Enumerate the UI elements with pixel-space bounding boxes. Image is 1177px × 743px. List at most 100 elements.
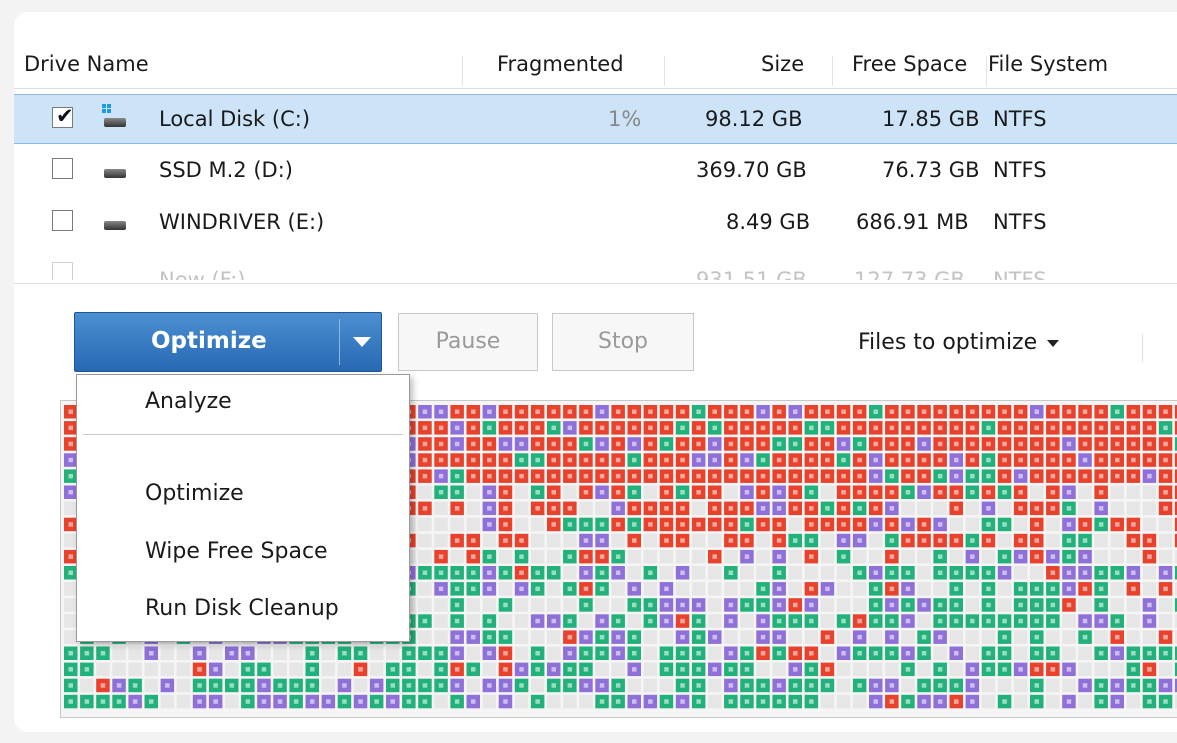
cluster-block-center <box>116 683 122 688</box>
cluster-block <box>514 694 529 709</box>
cluster-block <box>1126 630 1141 644</box>
cluster-block <box>144 678 158 693</box>
cluster-block-center <box>583 473 589 479</box>
cluster-block-center <box>841 618 846 624</box>
cluster-block-center <box>696 441 701 447</box>
column-divider[interactable] <box>664 56 665 86</box>
cluster-block-center <box>1115 522 1120 527</box>
cluster-block-center <box>793 618 798 624</box>
cluster-block-center <box>712 506 717 511</box>
cluster-block-center <box>1034 667 1039 672</box>
drive-checkbox[interactable] <box>52 262 73 280</box>
cluster-block <box>691 501 706 516</box>
optimize-button-label[interactable]: Optimize <box>151 328 267 354</box>
drive-size: 98.12 GB <box>705 107 803 131</box>
cluster-block <box>820 485 835 499</box>
cluster-block-center <box>825 586 830 592</box>
cluster-block <box>225 694 239 709</box>
cluster-block-center <box>776 441 782 447</box>
cluster-block-center <box>1163 441 1168 447</box>
cluster-block-center <box>632 602 637 608</box>
cluster-block-center <box>438 409 444 414</box>
cluster-block <box>579 614 593 628</box>
column-divider[interactable] <box>462 56 463 86</box>
drive-checkbox[interactable] <box>52 210 73 231</box>
cluster-block-center <box>583 602 589 608</box>
cluster-block-center <box>970 457 975 463</box>
cluster-block-center <box>1163 490 1168 495</box>
col-size[interactable]: Size <box>761 52 804 76</box>
drive-file-system: NTFS <box>993 158 1047 182</box>
cluster-block <box>466 598 480 612</box>
cluster-block-center <box>680 441 685 447</box>
cluster-block-center <box>1115 570 1120 575</box>
cluster-block-center <box>1002 570 1007 575</box>
files-to-optimize-dropdown[interactable]: Files to optimize <box>858 330 1060 355</box>
cluster-block <box>917 566 931 580</box>
pause-button[interactable]: Pause <box>398 313 538 371</box>
drive-fragmented: 1% <box>608 107 642 131</box>
cluster-block <box>1013 678 1028 693</box>
cluster-block <box>981 630 996 644</box>
drive-row-c[interactable]: ✔ Local Disk (C:) 1% 98.12 GB 17.85 GB N… <box>14 94 1177 144</box>
cluster-block-center <box>648 522 653 527</box>
col-drive-name[interactable]: Drive Name <box>24 52 149 76</box>
cluster-block <box>144 662 158 677</box>
optimize-split-button[interactable]: Optimize <box>74 312 382 372</box>
menu-item-optimize[interactable]: Optimize <box>77 471 409 515</box>
cluster-block-center <box>1034 538 1039 543</box>
drive-row-f[interactable]: New (F:) 931.51 GB 127.73 GB NTFS <box>14 250 1177 280</box>
menu-item-analyze[interactable]: Analyze <box>77 379 409 423</box>
col-file-system[interactable]: File System <box>988 52 1108 76</box>
cluster-block-center <box>567 441 573 447</box>
cluster-block <box>530 517 545 532</box>
drive-row-e[interactable]: WINDRIVER (E:) 8.49 GB 686.91 MB NTFS <box>14 198 1177 248</box>
cluster-block-center <box>648 409 653 414</box>
cluster-block-center <box>793 651 798 656</box>
cluster-block-center <box>986 586 991 592</box>
cluster-block-center <box>1050 651 1056 656</box>
cluster-block <box>386 646 400 660</box>
cluster-block-center <box>615 409 621 414</box>
cluster-block-center <box>889 634 895 640</box>
cluster-block-center <box>728 538 734 543</box>
cluster-block-center <box>809 457 814 463</box>
cluster-block-center <box>68 570 73 575</box>
column-divider[interactable] <box>986 56 987 86</box>
drive-row-d[interactable]: SSD M.2 (D:) 369.70 GB 76.73 GB NTFS <box>14 146 1177 196</box>
column-divider[interactable] <box>832 56 833 86</box>
cluster-block <box>740 566 754 580</box>
cluster-block-center <box>680 699 685 704</box>
cluster-block <box>530 533 545 548</box>
cluster-block <box>176 694 191 709</box>
cluster-block-center <box>422 570 428 575</box>
col-fragmented[interactable]: Fragmented <box>497 52 624 76</box>
drive-name: SSD M.2 (D:) <box>159 158 293 182</box>
cluster-block <box>1110 662 1124 677</box>
chevron-down-icon[interactable] <box>353 337 371 347</box>
menu-item-run-disk-cleanup[interactable]: Run Disk Cleanup <box>77 586 409 630</box>
cluster-block-center <box>793 506 798 511</box>
stop-button[interactable]: Stop <box>552 313 694 371</box>
cluster-block-center <box>68 651 73 656</box>
cluster-block-center <box>696 425 701 431</box>
drive-checkbox[interactable] <box>52 158 73 179</box>
cluster-block-center <box>1082 634 1088 640</box>
cluster-block-center <box>454 667 460 672</box>
cluster-block-center <box>905 409 911 414</box>
cluster-block-center <box>615 522 621 527</box>
drive-checkbox[interactable]: ✔ <box>52 104 74 128</box>
cluster-block-center <box>1082 425 1088 431</box>
menu-item-wipe-free-space[interactable]: Wipe Free Space <box>77 529 409 573</box>
cluster-block-center <box>937 441 943 447</box>
cluster-block <box>675 582 690 596</box>
cluster-block <box>965 646 980 660</box>
cluster-block-center <box>1098 506 1104 511</box>
cluster-block-center <box>1034 651 1039 656</box>
cluster-block-center <box>696 602 701 608</box>
cluster-block <box>289 646 303 660</box>
cluster-block-center <box>728 618 734 624</box>
cluster-block <box>208 646 223 660</box>
cluster-block-center <box>1147 409 1152 414</box>
col-free-space[interactable]: Free Space <box>852 52 967 76</box>
